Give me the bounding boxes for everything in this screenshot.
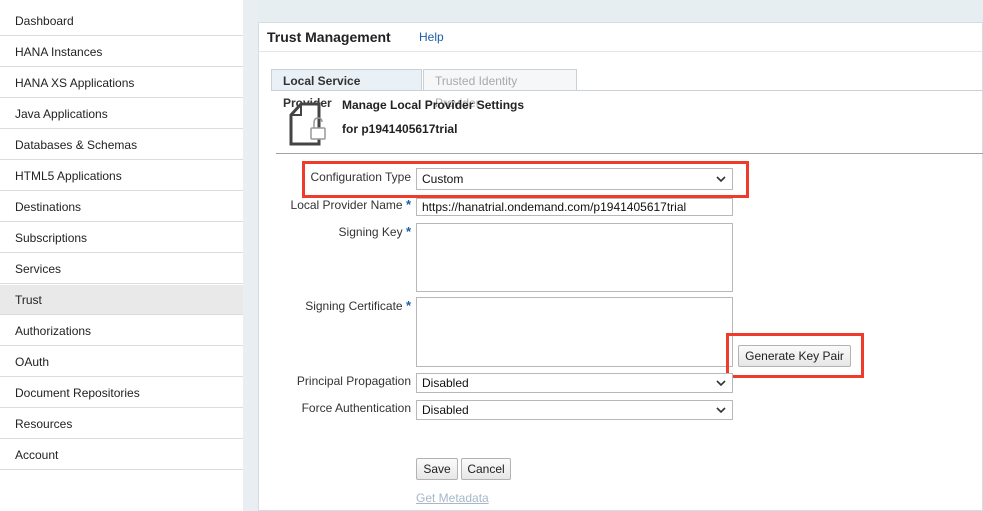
- save-button[interactable]: Save: [416, 458, 458, 480]
- sidebar-item-account[interactable]: Account: [0, 440, 243, 470]
- sidebar-nav: Dashboard HANA Instances HANA XS Applica…: [0, 0, 243, 511]
- signing-certificate-textarea[interactable]: [416, 297, 733, 367]
- signing-key-label: Signing Key *: [269, 224, 411, 239]
- sidebar-item-hana-xs-applications[interactable]: HANA XS Applications: [0, 68, 243, 98]
- required-marker: *: [405, 197, 411, 212]
- main-panel: Trust Management Help Local Service Prov…: [258, 22, 983, 511]
- sidebar-item-document-repositories[interactable]: Document Repositories: [0, 378, 243, 408]
- principal-propagation-value: Disabled: [422, 376, 469, 390]
- chevron-down-icon: [716, 380, 726, 387]
- required-marker: *: [405, 224, 411, 239]
- sidebar-item-hana-instances[interactable]: HANA Instances: [0, 37, 243, 67]
- sidebar-item-trust[interactable]: Trust: [0, 285, 243, 315]
- help-link[interactable]: Help: [419, 30, 444, 44]
- header-divider: [259, 51, 982, 52]
- page-title: Trust Management: [267, 29, 391, 45]
- local-provider-name-text: Local Provider Name: [290, 198, 403, 212]
- chevron-down-icon: [716, 407, 726, 414]
- sidebar-item-dashboard[interactable]: Dashboard: [0, 6, 243, 36]
- sidebar-item-authorizations[interactable]: Authorizations: [0, 316, 243, 346]
- generate-key-highlight-box: [726, 333, 864, 378]
- sidebar-item-java-applications[interactable]: Java Applications: [0, 99, 243, 129]
- tab-local-service-provider[interactable]: Local Service Provider: [271, 69, 422, 110]
- sidebar-item-destinations[interactable]: Destinations: [0, 192, 243, 222]
- sidebar-splitter: [243, 0, 258, 511]
- section-divider: [276, 153, 983, 154]
- force-authentication-select[interactable]: Disabled: [416, 400, 733, 420]
- get-metadata-link[interactable]: Get Metadata: [416, 491, 489, 505]
- panel-subtitle: for p1941405617trial: [342, 122, 458, 136]
- local-provider-name-label: Local Provider Name *: [269, 197, 411, 212]
- configuration-highlight-box: [302, 161, 749, 198]
- tab-trusted-identity-provider[interactable]: Trusted Identity Provider: [423, 69, 577, 110]
- signing-certificate-label: Signing Certificate *: [269, 298, 411, 313]
- principal-propagation-select[interactable]: Disabled: [416, 373, 733, 393]
- panel-title: Manage Local Provider Settings: [342, 98, 525, 112]
- signing-key-textarea[interactable]: [416, 223, 733, 292]
- force-authentication-label: Force Authentication: [301, 401, 411, 415]
- force-authentication-value: Disabled: [422, 403, 469, 417]
- required-marker: *: [405, 298, 411, 313]
- signing-certificate-text: Signing Certificate: [305, 299, 403, 313]
- sidebar-item-html5-applications[interactable]: HTML5 Applications: [0, 161, 243, 191]
- principal-propagation-label: Principal Propagation: [296, 374, 411, 388]
- sidebar-item-oauth[interactable]: OAuth: [0, 347, 243, 377]
- signing-key-text: Signing Key: [338, 225, 403, 239]
- sidebar-item-subscriptions[interactable]: Subscriptions: [0, 223, 243, 253]
- local-provider-name-input[interactable]: https://hanatrial.ondemand.com/p19414056…: [416, 198, 733, 216]
- cancel-button[interactable]: Cancel: [461, 458, 511, 480]
- tab-divider: [271, 90, 983, 91]
- sidebar-item-services[interactable]: Services: [0, 254, 243, 284]
- document-unlock-icon: [289, 102, 326, 146]
- sidebar-item-databases-schemas[interactable]: Databases & Schemas: [0, 130, 243, 160]
- sidebar-item-resources[interactable]: Resources: [0, 409, 243, 439]
